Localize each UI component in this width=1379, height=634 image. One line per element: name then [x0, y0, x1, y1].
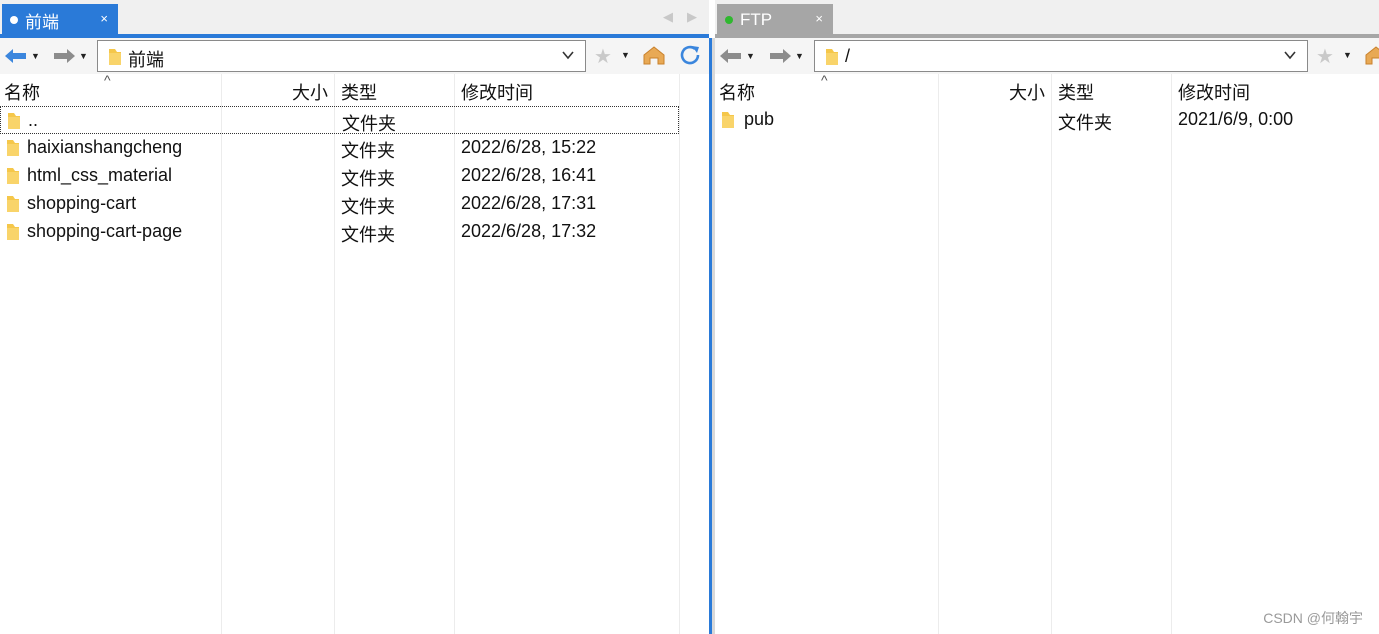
column-divider[interactable]	[1051, 74, 1052, 634]
tab-scroll-right-icon[interactable]: ▶	[687, 9, 697, 25]
file-name: ..	[28, 110, 39, 130]
back-arrow-icon	[5, 49, 26, 63]
tab-scroll-left-icon[interactable]: ◀	[663, 9, 673, 25]
back-dropdown-caret[interactable]: ▼	[31, 51, 40, 61]
list-item[interactable]: html_css_material 文件夹 2022/6/28, 16:41	[0, 162, 679, 190]
list-item[interactable]: shopping-cart-page 文件夹 2022/6/28, 17:32	[0, 218, 679, 246]
path-text: 前端	[128, 50, 164, 70]
tab-status-dot	[10, 16, 18, 24]
left-toolbar: ▼ ▼ 前端 ★ ▼	[0, 38, 709, 74]
forward-arrow-icon	[54, 49, 75, 63]
left-tab-strip: 前端 × ◀ ▶	[0, 0, 709, 38]
folder-icon	[8, 113, 20, 129]
column-header-type[interactable]: 类型	[341, 79, 377, 105]
home-icon[interactable]	[1364, 44, 1379, 66]
file-modified: 2021/6/9, 0:00	[1178, 109, 1294, 129]
favorites-dropdown-caret[interactable]: ▼	[1343, 50, 1352, 60]
forward-button[interactable]: ▼	[768, 44, 804, 68]
column-header-size[interactable]: 大小	[292, 79, 328, 105]
file-type: 文件夹	[1058, 113, 1112, 133]
list-item[interactable]: shopping-cart 文件夹 2022/6/28, 17:31	[0, 190, 679, 218]
column-header-modified[interactable]: 修改时间	[1178, 79, 1250, 105]
folder-icon	[109, 49, 121, 65]
tab-close-icon[interactable]: ×	[815, 11, 823, 26]
back-button[interactable]: ▼	[4, 44, 40, 68]
back-button[interactable]: ▼	[719, 44, 755, 68]
back-dropdown-caret[interactable]: ▼	[746, 51, 755, 61]
right-toolbar: ▼ ▼ / ★ ▼	[715, 38, 1379, 74]
column-header-size[interactable]: 大小	[1009, 79, 1045, 105]
folder-icon	[7, 140, 19, 156]
left-column-headers: 名称 ^ 大小 类型 修改时间	[0, 72, 709, 106]
file-modified: 2022/6/28, 16:41	[461, 165, 597, 185]
home-icon[interactable]	[642, 44, 666, 66]
tab-close-icon[interactable]: ×	[100, 11, 108, 26]
column-divider[interactable]	[679, 74, 680, 634]
forward-dropdown-caret[interactable]: ▼	[79, 51, 88, 61]
file-type: 文件夹	[341, 141, 395, 161]
tab-label: 前端	[25, 12, 59, 32]
tab-label: FTP	[740, 10, 773, 29]
file-name: haixianshangcheng	[27, 137, 183, 157]
chevron-down-icon[interactable]	[1283, 49, 1297, 61]
folder-icon	[7, 196, 19, 212]
sort-ascending-icon: ^	[104, 72, 111, 88]
forward-button[interactable]: ▼	[52, 44, 88, 68]
right-file-pane: FTP × ▼ ▼ / ★ ▼ 名称 ^ 大小 类型 修改时间 pub 文件夹 …	[715, 0, 1379, 634]
watermark: CSDN @何翰宇	[1263, 610, 1363, 626]
file-name: shopping-cart	[27, 193, 137, 213]
column-header-name[interactable]: 名称	[4, 79, 40, 105]
folder-icon	[826, 49, 838, 65]
right-tab-strip: FTP ×	[715, 0, 1379, 38]
path-input[interactable]: /	[814, 40, 1308, 72]
tab-local-frontend[interactable]: 前端 ×	[2, 4, 118, 36]
column-divider[interactable]	[1171, 74, 1172, 634]
file-name: shopping-cart-page	[27, 221, 183, 241]
path-text: /	[845, 46, 851, 66]
file-name: html_css_material	[27, 165, 173, 185]
path-input[interactable]: 前端	[97, 40, 586, 72]
refresh-icon[interactable]	[678, 44, 702, 66]
connection-status-dot	[725, 16, 733, 24]
favorites-dropdown-caret[interactable]: ▼	[621, 50, 630, 60]
file-name: pub	[744, 109, 775, 129]
folder-icon	[7, 224, 19, 240]
column-header-name[interactable]: 名称	[719, 79, 755, 105]
folder-icon	[722, 112, 734, 128]
back-arrow-icon	[720, 49, 741, 63]
sort-ascending-icon: ^	[821, 72, 828, 88]
star-icon[interactable]: ★	[594, 44, 612, 69]
file-modified: 2022/6/28, 17:31	[461, 193, 597, 213]
list-item[interactable]: pub 文件夹 2021/6/9, 0:00	[715, 106, 1379, 134]
star-icon[interactable]: ★	[1316, 44, 1334, 69]
left-file-pane: 前端 × ◀ ▶ ▼ ▼ 前端 ★ ▼ 名称 ^ 大小 类型 修改时间 .. 文…	[0, 0, 709, 634]
file-modified: 2022/6/28, 17:32	[461, 221, 597, 241]
right-column-headers: 名称 ^ 大小 类型 修改时间	[715, 72, 1379, 106]
file-type: 文件夹	[341, 197, 395, 217]
file-type: 文件夹	[341, 169, 395, 189]
file-modified: 2022/6/28, 15:22	[461, 137, 597, 157]
column-header-modified[interactable]: 修改时间	[461, 79, 533, 105]
list-item[interactable]: haixianshangcheng 文件夹 2022/6/28, 15:22	[0, 134, 679, 162]
list-item-parent[interactable]: .. 文件夹	[0, 106, 679, 134]
tab-ftp[interactable]: FTP ×	[717, 4, 833, 36]
column-header-type[interactable]: 类型	[1058, 79, 1094, 105]
column-divider[interactable]	[938, 74, 939, 634]
folder-icon	[7, 168, 19, 184]
forward-arrow-icon	[770, 49, 791, 63]
forward-dropdown-caret[interactable]: ▼	[795, 51, 804, 61]
chevron-down-icon[interactable]	[561, 49, 575, 61]
file-type: 文件夹	[342, 114, 396, 134]
file-type: 文件夹	[341, 225, 395, 245]
